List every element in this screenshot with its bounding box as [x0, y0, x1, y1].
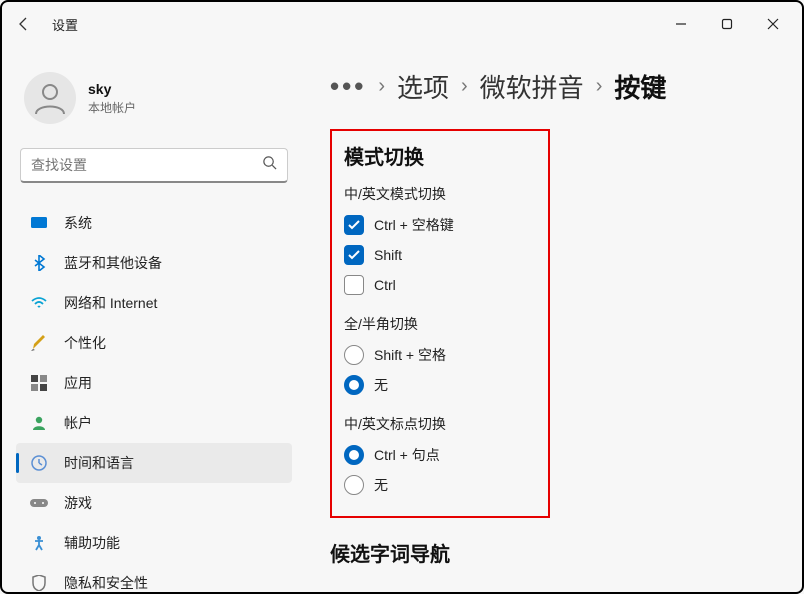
nav-list: 系统 蓝牙和其他设备 网络和 Internet 个性化 应用 帐户	[16, 203, 292, 594]
sidebar-item-label: 个性化	[64, 333, 106, 353]
wifi-icon	[30, 294, 48, 312]
radio-ctrl-period[interactable]: Ctrl + 句点	[344, 440, 536, 470]
arrow-left-icon	[16, 16, 32, 32]
sidebar-item-network[interactable]: 网络和 Internet	[16, 283, 292, 323]
checkbox-ctrl-space[interactable]: Ctrl + 空格键	[344, 210, 536, 240]
sidebar-item-accessibility[interactable]: 辅助功能	[16, 523, 292, 563]
sidebar-item-label: 游戏	[64, 493, 92, 513]
sidebar-item-system[interactable]: 系统	[16, 203, 292, 243]
breadcrumb: ••• › 选项 › 微软拼音 › 按键	[330, 68, 764, 105]
radio-none-width[interactable]: 无	[344, 370, 536, 400]
avatar	[24, 72, 76, 124]
radio-icon	[344, 445, 364, 465]
system-icon	[30, 214, 48, 232]
sidebar-item-label: 应用	[64, 373, 92, 393]
checkbox-icon	[344, 275, 364, 295]
globe-clock-icon	[30, 454, 48, 472]
close-button[interactable]	[750, 8, 796, 40]
sidebar-item-apps[interactable]: 应用	[16, 363, 292, 403]
titlebar: 设置	[0, 0, 804, 48]
mode-switch-section: 模式切换 中/英文模式切换 Ctrl + 空格键 Shift Ctrl 全/半角…	[330, 129, 550, 518]
sidebar-item-time-language[interactable]: 时间和语言	[16, 443, 292, 483]
subsection-label: 中/英文标点切换	[344, 414, 536, 434]
user-name: sky	[88, 81, 136, 97]
radio-shift-space[interactable]: Shift + 空格	[344, 340, 536, 370]
user-subtitle: 本地帐户	[88, 99, 136, 116]
option-label: Ctrl + 空格键	[374, 215, 454, 235]
option-label: 无	[374, 375, 388, 395]
breadcrumb-current: 按键	[614, 68, 666, 105]
checkbox-ctrl[interactable]: Ctrl	[344, 270, 536, 300]
account-icon	[30, 414, 48, 432]
radio-none-punct[interactable]: 无	[344, 470, 536, 500]
minimize-button[interactable]	[658, 8, 704, 40]
gamepad-icon	[30, 494, 48, 512]
sidebar-item-label: 时间和语言	[64, 453, 134, 473]
sidebar-item-accounts[interactable]: 帐户	[16, 403, 292, 443]
sidebar-item-gaming[interactable]: 游戏	[16, 483, 292, 523]
main-content: ••• › 选项 › 微软拼音 › 按键 模式切换 中/英文模式切换 Ctrl …	[300, 48, 804, 594]
sidebar: sky 本地帐户 系统 蓝牙和其他设备 网络和 Internet	[0, 48, 300, 594]
window-controls	[658, 8, 796, 40]
close-icon	[767, 18, 779, 30]
option-label: Ctrl	[374, 277, 396, 293]
search-icon	[262, 155, 277, 175]
sidebar-item-label: 帐户	[64, 413, 92, 433]
option-label: Shift	[374, 247, 402, 263]
brush-icon	[30, 334, 48, 352]
subsection-label: 全/半角切换	[344, 314, 536, 334]
section-title: 模式切换	[344, 141, 536, 170]
radio-icon	[344, 345, 364, 365]
radio-icon	[344, 375, 364, 395]
search-input[interactable]	[31, 157, 262, 173]
sidebar-item-personalization[interactable]: 个性化	[16, 323, 292, 363]
section-title: 候选字词导航	[330, 538, 764, 567]
sidebar-item-label: 隐私和安全性	[64, 573, 148, 593]
radio-icon	[344, 475, 364, 495]
option-label: Ctrl + 句点	[374, 445, 440, 465]
option-label: Shift + 空格	[374, 345, 446, 365]
breadcrumb-more[interactable]: •••	[330, 71, 366, 102]
sidebar-item-label: 蓝牙和其他设备	[64, 253, 162, 273]
user-block[interactable]: sky 本地帐户	[16, 56, 292, 144]
maximize-icon	[721, 18, 733, 30]
sidebar-item-bluetooth[interactable]: 蓝牙和其他设备	[16, 243, 292, 283]
subsection-label: 中/英文模式切换	[344, 184, 536, 204]
apps-icon	[30, 374, 48, 392]
chevron-right-icon: ›	[461, 75, 468, 98]
breadcrumb-item[interactable]: 微软拼音	[480, 68, 584, 105]
checkbox-icon	[344, 215, 364, 235]
app-title: 设置	[52, 15, 78, 34]
chevron-right-icon: ›	[378, 75, 385, 98]
option-label: 无	[374, 475, 388, 495]
sidebar-item-label: 辅助功能	[64, 533, 120, 553]
shield-icon	[30, 574, 48, 592]
breadcrumb-item[interactable]: 选项	[397, 68, 449, 105]
chevron-right-icon: ›	[596, 75, 603, 98]
back-button[interactable]	[8, 8, 40, 40]
person-icon	[30, 78, 70, 118]
sidebar-item-label: 网络和 Internet	[64, 293, 157, 313]
sidebar-item-privacy[interactable]: 隐私和安全性	[16, 563, 292, 594]
checkbox-icon	[344, 245, 364, 265]
accessibility-icon	[30, 534, 48, 552]
minimize-icon	[675, 18, 687, 30]
sidebar-item-label: 系统	[64, 213, 92, 233]
bluetooth-icon	[30, 254, 48, 272]
search-box[interactable]	[20, 148, 288, 183]
maximize-button[interactable]	[704, 8, 750, 40]
checkbox-shift[interactable]: Shift	[344, 240, 536, 270]
